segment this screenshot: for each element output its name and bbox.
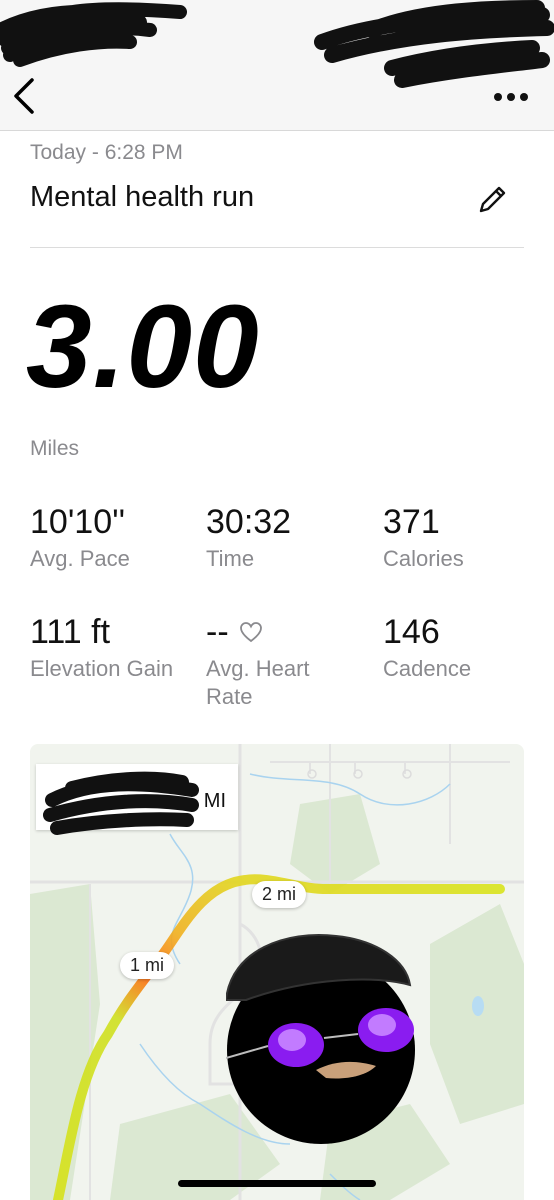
pencil-icon — [479, 186, 506, 213]
heart-outline-icon — [239, 622, 262, 643]
stat-value: 30:32 — [206, 503, 292, 541]
stat-value: 146 — [383, 613, 440, 651]
stat-avg-heart-rate: -- Avg. Heart Rate — [206, 615, 356, 711]
stat-elevation-gain: 111 ft Elevation Gain — [30, 615, 180, 683]
navigation-bar — [0, 0, 554, 131]
chevron-left-icon — [14, 78, 34, 114]
mile-marker-2: 2 mi — [252, 881, 307, 908]
stat-value-row: -- — [206, 615, 356, 649]
edit-title-button[interactable] — [472, 180, 512, 220]
home-indicator — [178, 1180, 376, 1187]
stat-time: 30:32 Time — [206, 505, 376, 573]
activity-title: Mental health run — [30, 181, 255, 213]
redaction-scribble-left — [0, 2, 187, 67]
more-options-button[interactable] — [488, 84, 534, 108]
stat-value: -- — [206, 613, 229, 651]
location-label: MI — [36, 764, 238, 835]
stat-label: Cadence — [383, 656, 472, 681]
avatar-sticker — [226, 934, 415, 1144]
stat-value: 371 — [383, 503, 440, 541]
stat-cadence: 146 Cadence — [383, 615, 553, 683]
stat-calories: 371 Calories — [383, 505, 553, 573]
stat-label: Calories — [383, 546, 464, 571]
redaction-scribble-right — [314, 0, 554, 88]
stat-label: Avg. Pace — [30, 546, 130, 571]
ellipsis-icon — [494, 93, 528, 101]
distance-value: 3.00 — [26, 281, 260, 413]
redaction-scribble-location — [43, 771, 199, 835]
back-button[interactable] — [10, 76, 44, 116]
distance-unit: Miles — [30, 437, 80, 460]
mile-marker-1: 1 mi — [120, 952, 175, 979]
stat-label: Elevation Gain — [30, 656, 174, 681]
stat-label: Avg. Heart Rate — [206, 656, 310, 709]
activity-datetime: Today - 6:28 PM — [30, 141, 183, 164]
stat-value: 111 ft — [30, 613, 111, 651]
stat-value: 10'10'' — [30, 503, 126, 541]
stat-avg-pace: 10'10'' Avg. Pace — [30, 505, 200, 573]
header-divider — [30, 247, 524, 248]
location-state: MI — [203, 790, 226, 812]
stat-label: Time — [206, 546, 255, 571]
route-map[interactable]: MI 1 mi 2 mi — [30, 744, 524, 1200]
